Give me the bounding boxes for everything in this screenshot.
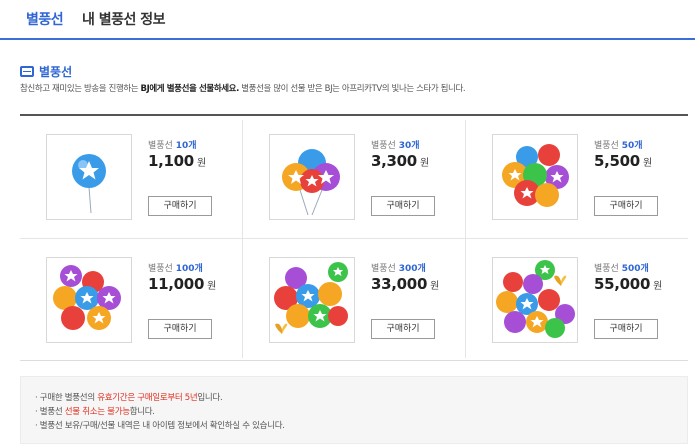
product-card-500: 별풍선 500개 55,000 원 구매하기 [466,239,688,361]
buy-button-50[interactable]: 구매하기 [594,196,658,216]
section-title-label: 별풍선 [39,65,73,79]
buy-button-500[interactable]: 구매하기 [594,319,658,339]
star-balloon-icon [269,134,355,220]
product-card-30: 별풍선 30개 3,300 원 구매하기 [243,116,465,238]
tab-bar: 별풍선 내 별풍선 정보 [0,0,695,40]
tab-star-balloon[interactable]: 별풍선 [26,9,64,29]
notice-line-history: · 별풍선 보유/구매/선물 내역은 내 아이템 정보에서 확인하실 수 있습니… [35,421,285,431]
product-price: 3,300 원 [371,152,429,170]
notice-box: · 구매한 별풍선의 유효기간은 구매일로부터 5년입니다. · 별풍선 선물 … [20,376,688,444]
product-quantity: 별풍선 10개 [148,141,197,151]
butterfly-icon [554,275,567,286]
desc-text-2: 별풍선을 많이 선물 받은 BJ는 아프리카TV의 빛나는 스타가 됩니다. [238,84,466,94]
product-card-50: 별풍선 50개 5,500 원 구매하기 [466,116,688,238]
product-card-10: 별풍선 10개 1,100 원 구매하기 [20,116,242,238]
product-card-300: 별풍선 300개 33,000 원 구매하기 [243,239,465,361]
star-balloon-icon [269,257,355,343]
tab-my-balloon-info[interactable]: 내 별풍선 정보 [82,9,166,29]
product-quantity: 별풍선 500개 [594,264,649,274]
section-title: 별풍선 [20,63,72,80]
product-price: 1,100 원 [148,152,206,170]
product-price: 33,000 원 [371,275,439,293]
desc-text-1: 참신하고 재미있는 방송을 진행하는 [20,84,141,94]
buy-button-10[interactable]: 구매하기 [148,196,212,216]
star-balloon-icon [492,257,578,343]
product-price: 11,000 원 [148,275,216,293]
star-balloon-icon [492,134,578,220]
product-quantity: 별풍선 300개 [371,264,426,274]
star-balloon-icon [46,257,132,343]
product-card-100: 별풍선 100개 11,000 원 구매하기 [20,239,242,361]
notice-line-validity: · 구매한 별풍선의 유효기간은 구매일로부터 5년입니다. [35,393,223,403]
buy-button-30[interactable]: 구매하기 [371,196,435,216]
product-quantity: 별풍선 100개 [148,264,203,274]
product-price: 55,000 원 [594,275,662,293]
product-quantity: 별풍선 50개 [594,141,643,151]
product-grid: 별풍선 10개 1,100 원 구매하기 별풍선 30개 3,300 원 구매하기 [20,114,688,361]
desc-bold-text: BJ에게 별풍선을 선물하세요. [140,84,240,94]
section-description: 참신하고 재미있는 방송을 진행하는 BJ에게 별풍선을 선물하세요. 별풍선을… [20,82,466,94]
product-quantity: 별풍선 30개 [371,141,420,151]
notice-line-cancel: · 별풍선 선물 취소는 불가능합니다. [35,407,155,417]
buy-button-300[interactable]: 구매하기 [371,319,435,339]
star-balloon-icon [46,134,132,220]
butterfly-icon [275,323,288,334]
product-price: 5,500 원 [594,152,652,170]
balloon-list-icon [20,66,34,77]
buy-button-100[interactable]: 구매하기 [148,319,212,339]
